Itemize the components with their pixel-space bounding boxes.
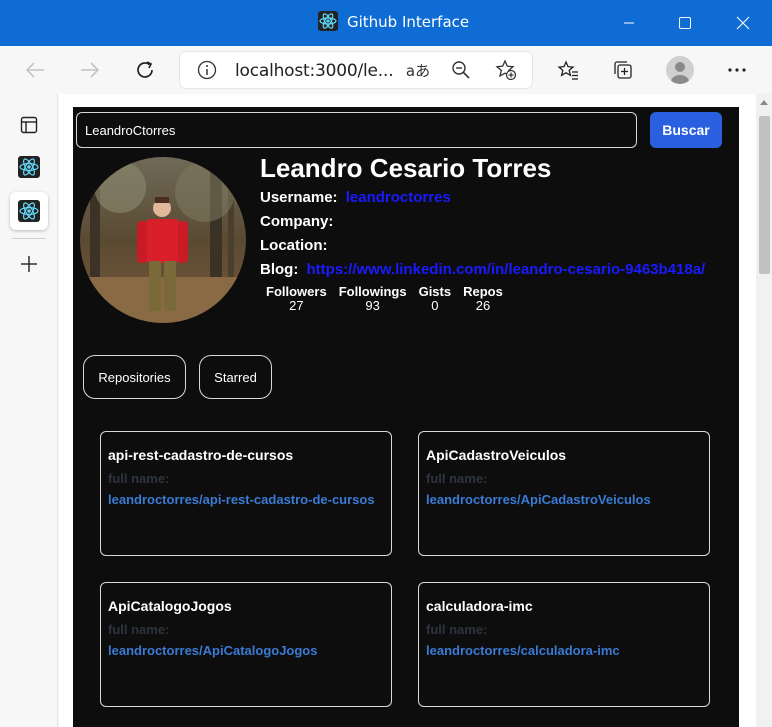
search-button[interactable]: Buscar [650, 112, 722, 148]
blog-label: Blog: [260, 261, 299, 278]
company-label: Company: [260, 213, 334, 230]
zoom-out-icon[interactable] [448, 58, 474, 82]
stat-label: Gists [418, 284, 452, 299]
repo-full-name-label: full name: [426, 622, 488, 637]
repo-name[interactable]: ApiCadastroVeiculos [426, 447, 566, 463]
read-aloud-icon[interactable]: aあ [405, 58, 431, 82]
maximize-icon[interactable] [670, 8, 700, 38]
username-label: Username: [260, 189, 338, 206]
blog-link[interactable]: https://www.linkedin.com/in/leandro-cesa… [307, 261, 706, 278]
favorites-icon[interactable] [552, 54, 584, 86]
repo-card[interactable]: ApiCadastroVeiculos full name: leandroct… [418, 431, 710, 556]
scroll-up-icon[interactable] [760, 100, 768, 105]
profile-name: Leandro Cesario Torres [260, 153, 552, 183]
username-row: Username: leandroctorres [260, 189, 451, 206]
stat-value: 26 [475, 298, 491, 313]
collections-icon[interactable] [607, 54, 639, 86]
stat-gists: Gists 0 [419, 284, 452, 313]
stat-value: 93 [365, 298, 380, 313]
repo-full-name[interactable]: leandroctorres/calculadora-imc [426, 643, 620, 658]
company-row: Company: [260, 213, 337, 230]
repo-full-name-label: full name: [108, 471, 170, 486]
repo-card[interactable]: calculadora-imc full name: leandroctorre… [418, 582, 710, 707]
stat-value: 0 [431, 298, 439, 313]
close-icon[interactable] [728, 8, 758, 38]
info-icon[interactable] [194, 58, 220, 82]
username-link[interactable]: leandroctorres [346, 189, 451, 206]
location-label: Location: [260, 237, 328, 254]
back-icon[interactable] [19, 54, 51, 86]
address-bar[interactable]: localhost:3000/le... aあ [180, 52, 532, 88]
title-bar: Github Interface [0, 0, 772, 46]
browser-toolbar: localhost:3000/le... aあ [0, 46, 772, 94]
add-favorite-icon[interactable] [493, 58, 519, 82]
repo-full-name[interactable]: leandroctorres/ApiCadastroVeiculos [426, 492, 651, 507]
add-icon[interactable] [10, 245, 48, 283]
minimize-icon[interactable] [614, 8, 644, 38]
stat-followings: Followings 93 [339, 284, 407, 313]
tab-repositories[interactable]: Repositories [83, 355, 186, 399]
repo-full-name-label: full name: [108, 622, 170, 637]
tab-actions-icon[interactable] [10, 106, 48, 144]
react-app-icon[interactable] [10, 148, 48, 186]
browser-window: Github Interface localhost:3000/le... aあ… [0, 0, 772, 727]
stat-label: Followings [338, 284, 407, 299]
github-app: Buscar [73, 107, 739, 727]
repo-name[interactable]: api-rest-cadastro-de-cursos [108, 447, 293, 463]
repo-full-name-label: full name: [426, 471, 488, 486]
url-text[interactable]: localhost:3000/le... [235, 61, 394, 81]
profile-stats: Followers 27 Followings 93 Gists 0 Repos… [260, 284, 515, 313]
repo-full-name[interactable]: leandroctorres/ApiCatalogoJogos [108, 643, 317, 658]
sidebar-divider [12, 238, 46, 239]
refresh-icon[interactable] [129, 54, 161, 86]
search-input[interactable] [76, 112, 637, 148]
react-app-icon-active[interactable] [10, 192, 48, 230]
stat-label: Repos [463, 284, 503, 299]
stat-followers: Followers 27 [266, 284, 327, 313]
vertical-tabs-sidebar [0, 94, 58, 727]
repo-card[interactable]: api-rest-cadastro-de-cursos full name: l… [100, 431, 392, 556]
repo-full-name[interactable]: leandroctorres/api-rest-cadastro-de-curs… [108, 492, 375, 507]
repo-name[interactable]: ApiCatalogoJogos [108, 598, 232, 614]
more-icon[interactable] [721, 54, 753, 86]
stat-label: Followers [266, 284, 327, 299]
location-row: Location: [260, 237, 332, 254]
tab-starred[interactable]: Starred [199, 355, 272, 399]
profile-avatar[interactable] [666, 56, 694, 84]
repo-name[interactable]: calculadora-imc [426, 598, 533, 614]
window-title: Github Interface [347, 13, 470, 31]
repo-card[interactable]: ApiCatalogoJogos full name: leandroctorr… [100, 582, 392, 707]
react-app-icon [318, 11, 338, 31]
blog-row: Blog: https://www.linkedin.com/in/leandr… [260, 261, 705, 278]
page-scrollbar[interactable] [756, 94, 772, 727]
profile-photo [80, 157, 246, 323]
page-viewport: Buscar [59, 94, 772, 727]
stat-value: 27 [289, 298, 304, 313]
forward-icon[interactable] [74, 54, 106, 86]
stat-repos: Repos 26 [463, 284, 503, 313]
scrollbar-thumb[interactable] [759, 116, 770, 274]
